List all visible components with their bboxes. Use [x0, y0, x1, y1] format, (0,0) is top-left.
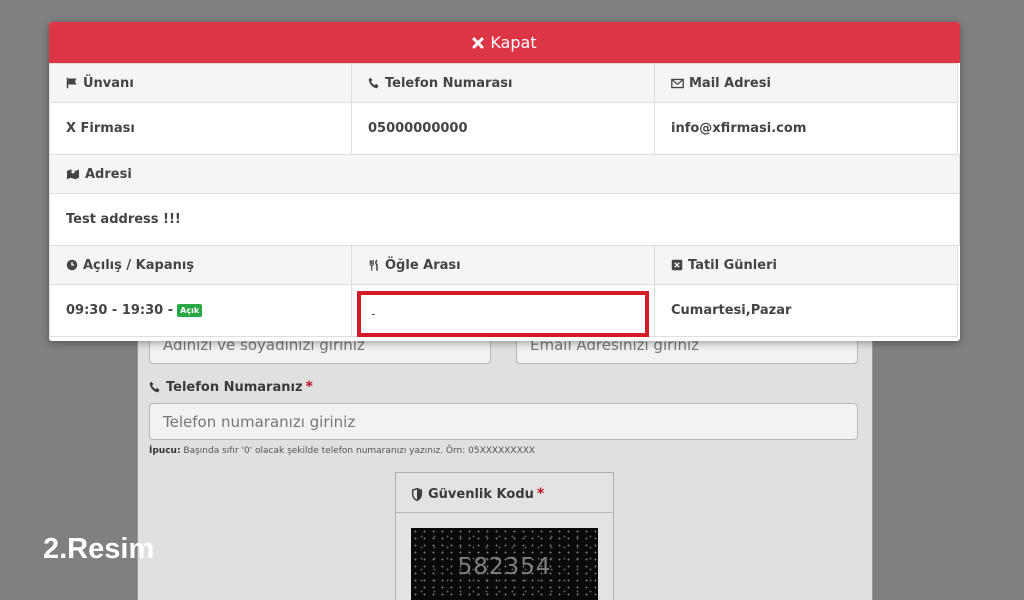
phone-label-text: Telefon Numaranız [166, 379, 303, 395]
shield-icon [411, 487, 423, 501]
holidays-header-text: Tatil Günleri [688, 257, 777, 273]
lunch-header-text: Öğle Arası [385, 257, 461, 273]
captcha-code: 582354 [457, 554, 552, 580]
holidays-header: Tatil Günleri [654, 245, 958, 285]
hours-header: Açılış / Kapanış [49, 245, 352, 285]
cutlery-icon [369, 259, 378, 271]
lunch-value: - [371, 306, 376, 322]
captcha-label-text: Güvenlik Kodu [428, 486, 534, 502]
hint-title: İpucu: [149, 446, 181, 456]
envelope-icon [671, 78, 684, 88]
title-header-text: Ünvanı [83, 75, 134, 91]
calendar-x-icon [671, 259, 683, 271]
hours-text: 09:30 - 19:30 - [66, 303, 174, 318]
close-icon [472, 37, 484, 48]
phone-hint: İpucu: Başında sıfır '0' olacak şekilde … [149, 446, 535, 456]
title-value: X Firması [49, 102, 352, 155]
address-value: Test address !!! [49, 193, 960, 246]
mail-value: info@xfirmasi.com [654, 102, 958, 155]
captcha-panel: Güvenlik Kodu * 582354 [395, 472, 614, 600]
close-label: Kapat [490, 33, 537, 52]
close-button[interactable]: Kapat [49, 22, 960, 63]
clock-icon [66, 259, 78, 271]
open-status-badge: Açık [177, 304, 203, 317]
required-mark: * [305, 379, 313, 395]
phone-value: 05000000000 [351, 102, 655, 155]
required-mark: * [536, 486, 545, 502]
hint-text: Başında sıfır '0' olacak şekilde telefon… [180, 446, 536, 456]
image-caption: 2.Resim [43, 533, 155, 565]
phone-icon [149, 381, 160, 393]
flag-icon [66, 77, 77, 89]
phone-header: Telefon Numarası [351, 63, 655, 103]
phone-header-text: Telefon Numarası [385, 75, 513, 91]
map-icon [67, 169, 79, 180]
hours-value: 09:30 - 19:30 - Açık [49, 284, 352, 337]
title-header: Ünvanı [49, 63, 352, 103]
lunch-header: Öğle Arası [351, 245, 655, 285]
mail-header-text: Mail Adresi [689, 75, 771, 91]
phone-icon [368, 77, 379, 89]
hours-header-text: Açılış / Kapanış [83, 257, 195, 273]
holidays-value: Cumartesi,Pazar [654, 284, 958, 337]
mail-header: Mail Adresi [654, 63, 958, 103]
phone-label: Telefon Numaranız * [149, 379, 313, 395]
address-header-text: Adresi [85, 166, 132, 182]
captcha-image: 582354 [411, 528, 598, 600]
lunch-value-highlight: - [357, 291, 649, 337]
address-header: Adresi [49, 154, 960, 194]
captcha-label: Güvenlik Kodu * [411, 486, 598, 502]
phone-input[interactable]: Telefon numaranızı giriniz [149, 403, 858, 440]
